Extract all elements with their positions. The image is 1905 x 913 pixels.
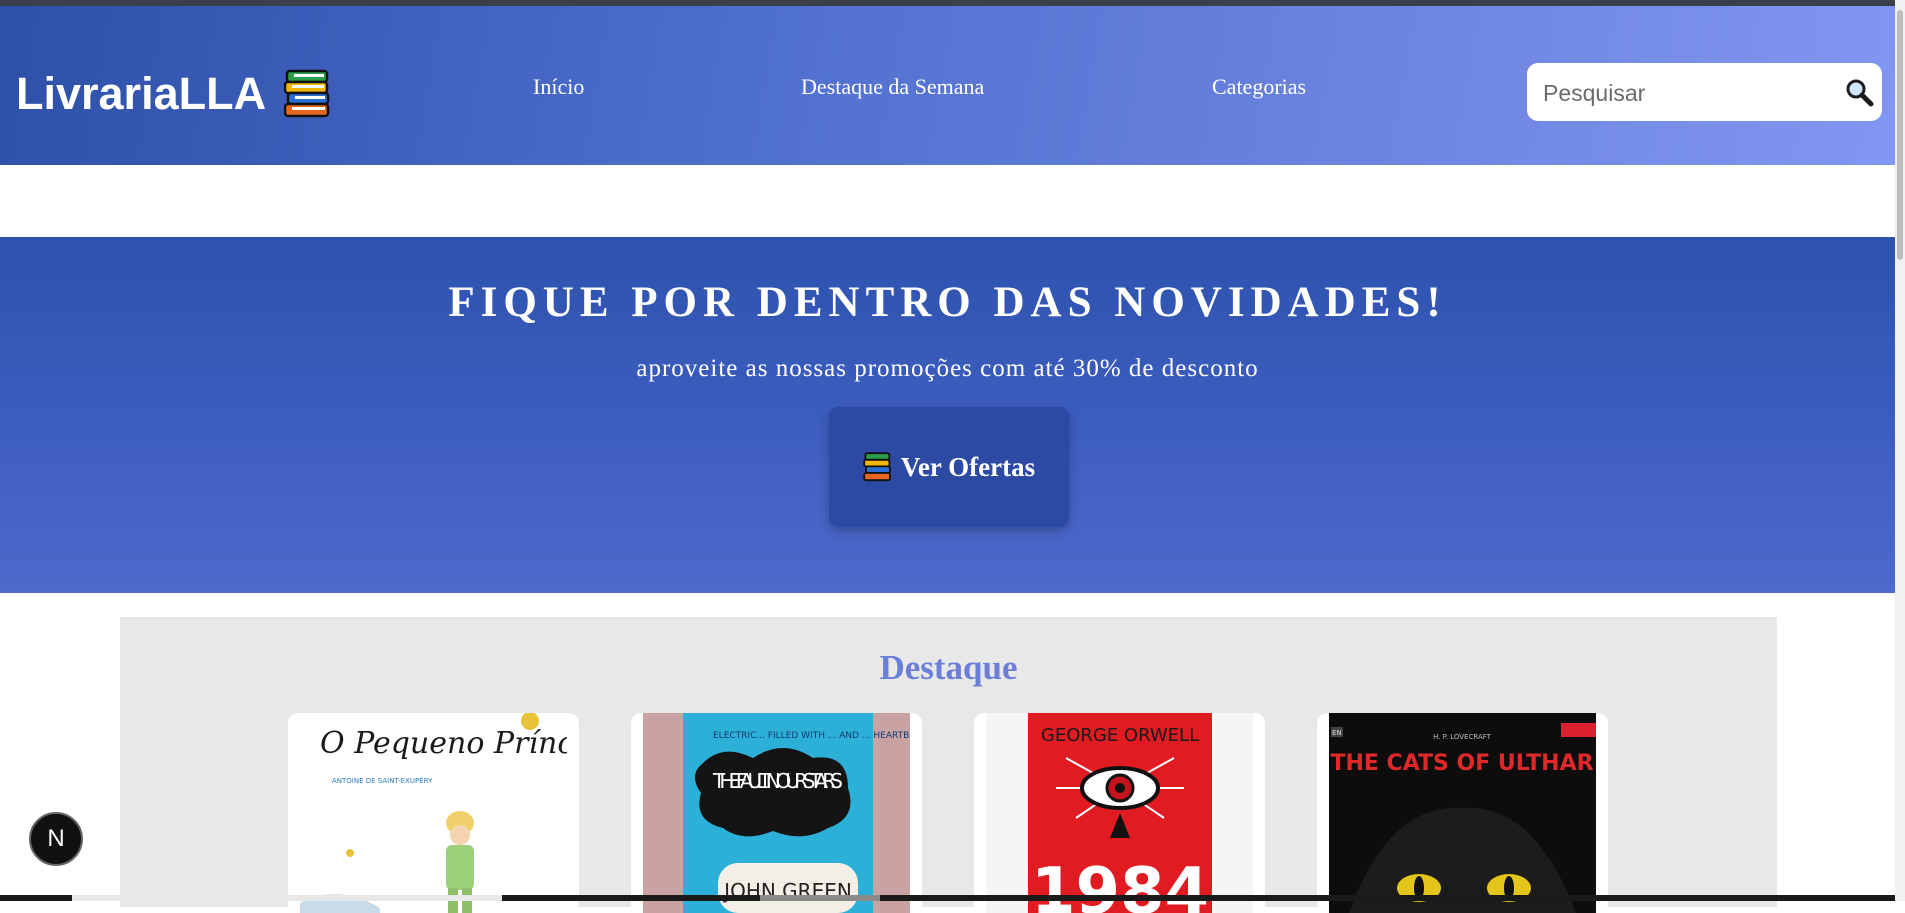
search-icon[interactable]: [1844, 77, 1874, 107]
page-scrollbar[interactable]: [1895, 0, 1905, 901]
book-card-fault-in-our-stars[interactable]: ELECTRIC... FILLED WITH ... AND ... HEAR…: [631, 713, 922, 913]
featured-section: Destaque O Pequeno Príncipe ANTOINE DE S…: [120, 617, 1777, 913]
cover-title: THE FAULT IN OUR STARS: [712, 769, 843, 793]
site-header: LivrariaLLA Início Destaque da Semana Ca…: [0, 6, 1895, 165]
cover-badge: EN: [1332, 729, 1342, 737]
books-icon: [863, 452, 891, 482]
ver-ofertas-label: Ver Ofertas: [900, 451, 1036, 482]
cover-author: H. P. LOVECRAFT: [1433, 733, 1492, 741]
cover-title: THE CATS OF ULTHAR: [1330, 751, 1593, 776]
book-cover-image: GEORGE ORWELL 1984: [986, 713, 1253, 913]
book-cover-image: O Pequeno Príncipe ANTOINE DE SAINT-EXUP…: [300, 713, 567, 913]
scrollbar-thumb[interactable]: [1897, 10, 1903, 260]
book-card-pequeno-principe[interactable]: O Pequeno Príncipe ANTOINE DE SAINT-EXUP…: [288, 713, 579, 913]
search-bar: [1527, 63, 1882, 121]
promo-subtitle: aproveite as nossas promoções com até 30…: [636, 355, 1259, 382]
cover-author: ANTOINE DE SAINT-EXUPÉRY: [332, 776, 433, 785]
site-logo[interactable]: LivrariaLLA: [16, 66, 332, 122]
book-card-1984[interactable]: GEORGE ORWELL 1984: [974, 713, 1265, 913]
nav-destaque-semana[interactable]: Destaque da Semana: [801, 74, 984, 100]
dev-badge-letter: N: [47, 825, 65, 852]
cover-author: GEORGE ORWELL: [1041, 725, 1199, 746]
books-icon: [284, 69, 330, 118]
dev-tools-badge[interactable]: N: [29, 812, 83, 866]
book-cover-image: ELECTRIC... FILLED WITH ... AND ... HEAR…: [643, 713, 910, 913]
promo-banner: FIQUE POR DENTRO DAS NOVIDADES! aproveit…: [0, 237, 1895, 593]
nav-categorias[interactable]: Categorias: [1212, 74, 1306, 100]
nav-inicio[interactable]: Início: [533, 74, 584, 100]
cover-title: O Pequeno Príncipe: [320, 726, 567, 761]
cover-quote: ELECTRIC... FILLED WITH ... AND ... HEAR…: [713, 731, 910, 741]
logo-text: LivrariaLLA: [16, 68, 267, 119]
bottom-strip: [0, 895, 1905, 901]
bottom-strip-segment: [72, 895, 502, 901]
search-input[interactable]: [1541, 75, 1835, 111]
ver-ofertas-button[interactable]: Ver Ofertas: [829, 407, 1069, 527]
promo-title: FIQUE POR DENTRO DAS NOVIDADES!: [448, 279, 1447, 326]
book-card-cats-of-ulthar[interactable]: EN H. P. LOVECRAFT THE CATS OF ULTHAR: [1317, 713, 1608, 913]
book-cover-image: EN H. P. LOVECRAFT THE CATS OF ULTHAR: [1329, 713, 1596, 913]
cover-title: 1984: [1031, 855, 1209, 913]
featured-title: Destaque: [879, 648, 1018, 687]
bottom-strip-segment: [760, 895, 880, 901]
